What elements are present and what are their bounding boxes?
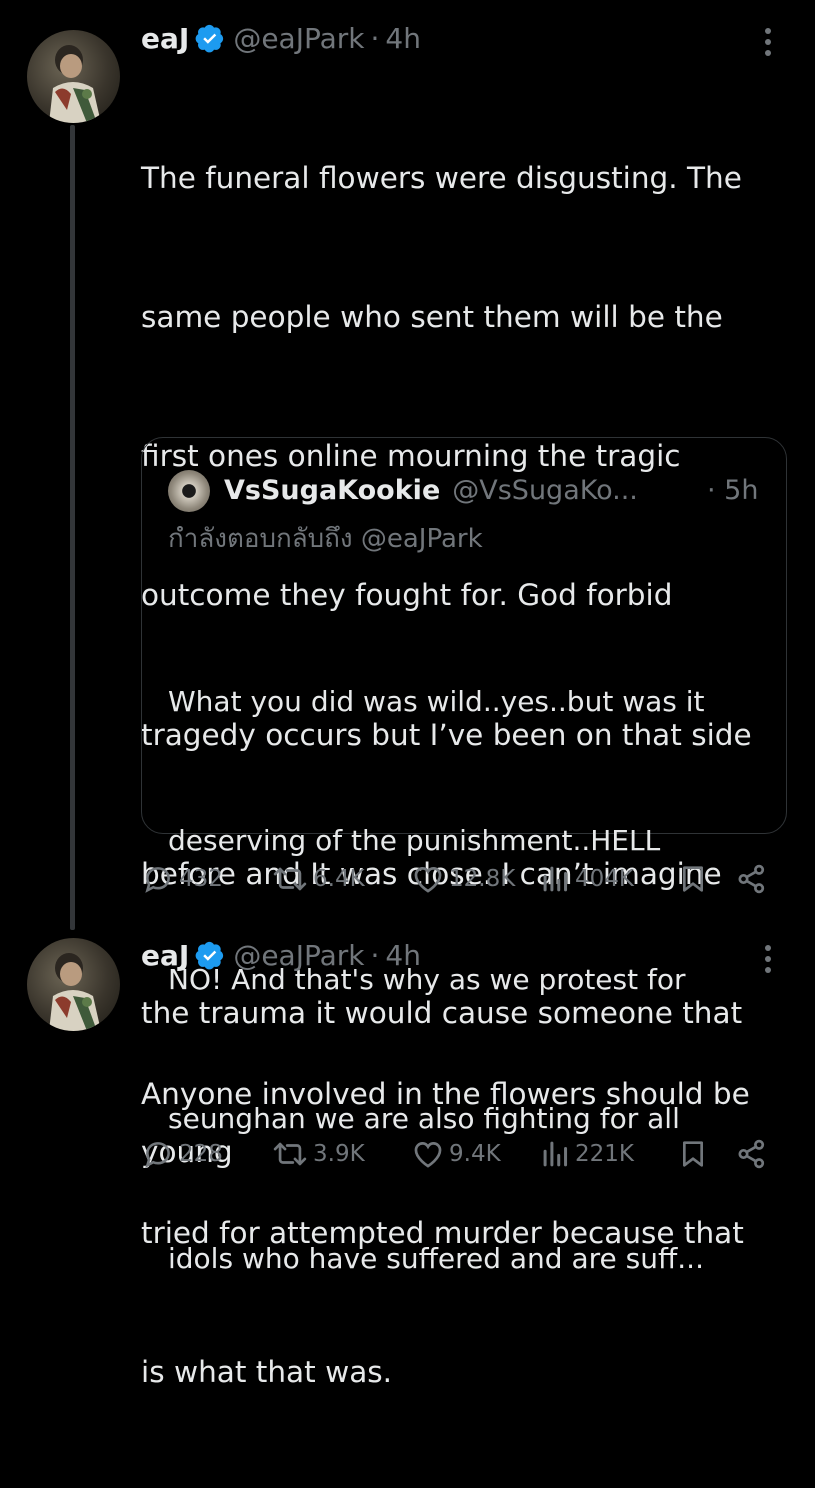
quoted-time[interactable]: · 5h [707, 468, 758, 512]
bookmark-icon [683, 866, 703, 892]
bookmark-button[interactable] [677, 1134, 709, 1174]
like-button[interactable]: 9.4K [411, 1134, 501, 1174]
repost-count: 3.9K [313, 1141, 365, 1167]
thread-connector-line [70, 125, 75, 930]
reply-bubble-icon [145, 1142, 170, 1168]
bookmark-icon [683, 1141, 703, 1167]
tweet-header: eaJ @eaJPark · 4h [141, 18, 421, 58]
tweet-header: eaJ @eaJPark · 4h [141, 935, 421, 975]
tweet-text-line: is what that was. [141, 1355, 393, 1390]
tweet-text-line: The funeral flowers were disgusting. The [141, 160, 742, 195]
repost-button[interactable]: 3.9K [271, 1134, 365, 1174]
views-count: 221K [575, 1141, 634, 1167]
tweet-2[interactable]: eaJ @eaJPark · 4h Anyone involved in the… [0, 925, 815, 1389]
views-bar-icon [543, 866, 568, 892]
bookmark-button[interactable] [677, 859, 709, 899]
action-bar: 432 6.4K 12.8K 404K [141, 859, 791, 899]
like-button[interactable]: 12.8K [411, 859, 515, 899]
quoted-text-line: deserving of the punishment..HELL [168, 824, 661, 858]
reply-bubble-icon [145, 867, 170, 893]
repost-count: 6.4K [313, 866, 365, 892]
verified-badge-icon [195, 24, 224, 53]
avatar[interactable] [27, 30, 120, 123]
reply-button[interactable]: 432 [141, 859, 223, 899]
tweet-text-line: same people who sent them will be the [141, 300, 723, 335]
verified-badge-icon [195, 941, 224, 970]
author-handle[interactable]: @eaJPark [233, 939, 364, 972]
heart-icon [414, 1142, 442, 1168]
author-handle[interactable]: @eaJPark [233, 22, 364, 55]
views-count: 404K [575, 866, 634, 892]
quoted-author-name[interactable]: VsSugaKookie [224, 475, 440, 506]
more-vertical-icon[interactable] [756, 939, 780, 979]
quoted-avatar[interactable] [168, 470, 210, 512]
separator-dot: · [370, 21, 380, 55]
avatar[interactable] [27, 938, 120, 1031]
quoted-header: VsSugaKookie @VsSugaKo... [224, 468, 638, 512]
tweet-time[interactable]: 4h [385, 939, 421, 972]
tweet-text-line: Anyone involved in the flowers should be [141, 1076, 750, 1111]
author-name[interactable]: eaJ [141, 22, 189, 55]
share-icon [738, 864, 765, 894]
reply-button[interactable]: 228 [141, 1134, 223, 1174]
reply-count: 228 [179, 1141, 223, 1167]
tweet-text-line: tried for attempted murder because that [141, 1216, 744, 1251]
more-vertical-icon[interactable] [756, 22, 780, 62]
separator-dot: · [370, 938, 380, 972]
heart-icon [414, 867, 442, 893]
replying-to[interactable]: กำลังตอบกลับถึง @eaJPark [168, 518, 483, 559]
quoted-tweet[interactable]: VsSugaKookie @VsSugaKo... · 5h กำลังตอบก… [141, 437, 787, 1275]
repost-button[interactable]: 6.4K [271, 859, 365, 899]
quoted-text-line: What you did was wild..yes..but was it [168, 684, 705, 718]
repost-icon [273, 1142, 307, 1166]
views-button[interactable]: 221K [541, 1134, 634, 1174]
tweet-text: Anyone involved in the flowers should be… [141, 978, 791, 1488]
tweet-1[interactable]: eaJ @eaJPark · 4h The funeral flowers we… [0, 0, 815, 1275]
share-button[interactable] [735, 1134, 769, 1174]
views-bar-icon [543, 1141, 568, 1167]
share-icon [738, 1139, 765, 1169]
reply-count: 432 [179, 866, 223, 892]
quoted-author-handle[interactable]: @VsSugaKo... [452, 475, 638, 506]
tweet-time[interactable]: 4h [385, 22, 421, 55]
action-bar: 228 3.9K 9.4K 221K [141, 1134, 791, 1174]
like-count: 12.8K [449, 866, 516, 892]
share-button[interactable] [735, 859, 769, 899]
repost-icon [273, 867, 307, 891]
views-button[interactable]: 404K [541, 859, 634, 899]
author-name[interactable]: eaJ [141, 939, 189, 972]
like-count: 9.4K [449, 1141, 501, 1167]
